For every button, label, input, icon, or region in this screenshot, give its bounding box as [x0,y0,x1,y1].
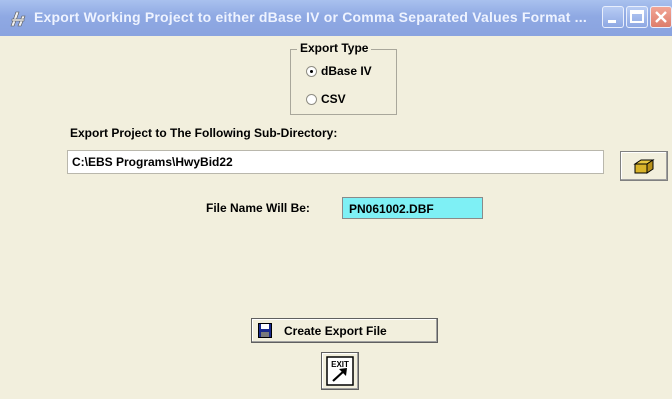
close-icon [655,11,667,23]
maximize-button[interactable] [626,6,648,28]
folder-icon [633,159,655,174]
close-button[interactable] [650,6,672,28]
minimize-button[interactable] [602,6,624,28]
subdirectory-input[interactable]: C:\EBS Programs\HwyBid22 [67,150,604,174]
minimize-icon [608,20,616,23]
exit-text: EXIT [331,360,349,369]
floppy-disk-icon [258,323,272,338]
radio-csv-label[interactable]: CSV [321,92,346,106]
exit-icon: EXIT [326,356,354,386]
subdirectory-label: Export Project to The Following Sub-Dire… [70,126,338,140]
file-name-value: PN061002.DBF [342,197,483,219]
window-title: Export Working Project to either dBase I… [34,9,587,25]
create-export-file-button[interactable]: Create Export File [251,318,438,343]
maximize-icon [630,10,644,23]
exit-button[interactable]: EXIT [321,352,359,390]
app-icon [10,11,26,27]
browse-folder-button[interactable] [620,151,668,181]
export-type-group: Export Type dBase IV CSV [290,41,397,115]
create-export-file-label: Create Export File [284,324,387,338]
radio-csv[interactable] [306,94,317,105]
radio-dbase-iv[interactable] [306,66,317,77]
export-type-legend: Export Type [297,41,372,55]
radio-dbase-iv-label[interactable]: dBase IV [321,64,372,78]
export-dialog: Export Working Project to either dBase I… [0,0,672,399]
file-name-label: File Name Will Be: [206,201,310,215]
title-bar[interactable]: Export Working Project to either dBase I… [0,0,672,36]
